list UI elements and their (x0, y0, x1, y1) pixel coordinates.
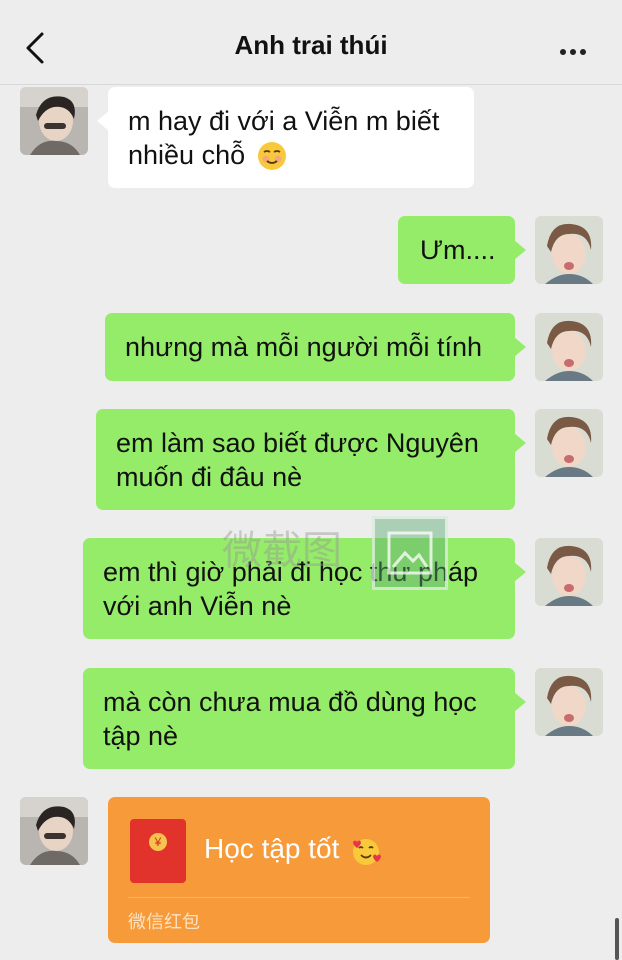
message-text: m hay đi với a Viễn m biết nhiều chỗ (128, 105, 440, 171)
message-text: Ưm.... (420, 235, 496, 265)
image-icon (372, 516, 448, 590)
chat-header: Anh trai thúi (0, 0, 622, 85)
red-envelope-icon: ¥ (130, 819, 186, 883)
divider (128, 897, 470, 898)
message-bubble[interactable]: Ưm.... (398, 216, 526, 284)
self-avatar[interactable] (535, 409, 603, 477)
message-text: mà còn chưa mua đồ dùng học tập nè (103, 686, 477, 751)
message-bubble[interactable]: mà còn chưa mua đồ dùng học tập nè (83, 668, 526, 769)
message-bubble[interactable]: nhưng mà mỗi người mỗi tính (105, 313, 526, 381)
watermark-text: 微截图 (222, 528, 342, 574)
smiling-face-with-hearts-icon (353, 838, 382, 865)
red-packet-label: 微信红包 (128, 912, 200, 933)
self-avatar[interactable] (535, 313, 603, 381)
message-text: em làm sao biết được Nguyên muốn đi đâu … (116, 427, 479, 492)
message-bubble[interactable]: m hay đi với a Viễn m biết nhiều chỗ (97, 87, 474, 188)
message-text: nhưng mà mỗi người mỗi tính (125, 332, 483, 362)
chat-title: Anh trai thúi (234, 30, 388, 60)
more-button[interactable] (560, 42, 592, 55)
smiling-face-icon (257, 142, 286, 171)
contact-avatar[interactable] (20, 797, 88, 865)
red-packet-title: Học tập tốt (204, 833, 382, 866)
message-bubble[interactable]: em làm sao biết được Nguyên muốn đi đâu … (96, 409, 526, 510)
self-avatar[interactable] (535, 668, 603, 736)
scrollbar[interactable] (615, 918, 619, 960)
self-avatar[interactable] (535, 216, 603, 284)
contact-avatar[interactable] (20, 87, 88, 155)
self-avatar[interactable] (535, 538, 603, 606)
red-packet-message[interactable]: ¥ Học tập tốt 微信红包 (108, 797, 490, 943)
coin-icon: ¥ (149, 833, 167, 851)
more-horizontal-icon (560, 42, 590, 59)
